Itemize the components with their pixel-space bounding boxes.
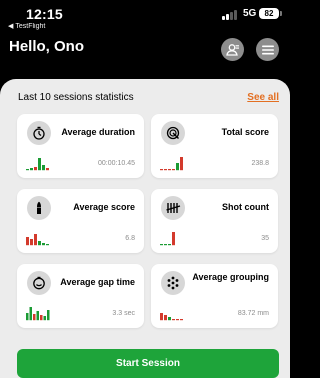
- stat-card-average-grouping[interactable]: Average grouping 83.72 mm: [151, 264, 278, 328]
- timer-icon: [27, 271, 51, 295]
- back-arrow-icon: ◀: [8, 23, 14, 30]
- tally-icon: [161, 196, 185, 220]
- stat-card-shot-count[interactable]: Shot count 35: [151, 189, 278, 253]
- menu-button[interactable]: [256, 38, 279, 61]
- statistics-sheet: Last 10 sessions statistics See all Aver…: [0, 79, 290, 378]
- grouping-dots-icon: [161, 271, 185, 295]
- stat-value: 35: [261, 235, 269, 242]
- status-time: 12:15: [26, 6, 63, 22]
- sparkline-chart: [26, 234, 49, 246]
- target-score-icon: [161, 121, 185, 145]
- stat-label: Average gap time: [60, 277, 135, 287]
- stat-label: Total score: [221, 127, 269, 137]
- stat-card-average-score[interactable]: Average score 6.8: [17, 189, 144, 253]
- profile-icon: [225, 43, 239, 56]
- status-bar: 12:15 ◀ TestFlight 5G 82: [0, 0, 290, 30]
- stat-value: 3.3 sec: [112, 310, 135, 317]
- stat-label: Shot count: [222, 202, 269, 212]
- stat-value: 00:00:10.45: [98, 160, 135, 167]
- network-type: 5G: [243, 8, 257, 19]
- see-all-link[interactable]: See all: [247, 92, 279, 103]
- stat-value: 238.8: [251, 160, 269, 167]
- start-session-button[interactable]: Start Session: [17, 349, 279, 378]
- sparkline-chart: [160, 232, 175, 246]
- greeting-title: Hello, Ono: [9, 38, 84, 55]
- stat-label: Average duration: [61, 127, 135, 137]
- back-to-app-link[interactable]: ◀ TestFlight: [8, 22, 46, 31]
- stopwatch-icon: [27, 121, 51, 145]
- stat-value: 6.8: [125, 235, 135, 242]
- battery-icon: 82: [259, 8, 282, 19]
- bullet-icon: [27, 196, 51, 220]
- signal-strength-icon: [222, 9, 240, 20]
- battery-level: 82: [264, 9, 274, 18]
- stat-card-average-duration[interactable]: Average duration 00:00:10.45: [17, 114, 144, 178]
- section-title: Last 10 sessions statistics: [18, 92, 134, 103]
- stat-card-total-score[interactable]: Total score 238.8: [151, 114, 278, 178]
- stat-value: 83.72 mm: [237, 310, 269, 317]
- sparkline-chart: [160, 157, 183, 171]
- app-screen: 12:15 ◀ TestFlight 5G 82 Hello, Ono Last…: [0, 0, 290, 378]
- stat-label: Average grouping: [192, 272, 269, 282]
- profile-button[interactable]: [221, 38, 244, 61]
- sparkline-chart: [26, 307, 50, 321]
- stat-card-average-gap-time[interactable]: Average gap time 3.3 sec: [17, 264, 144, 328]
- stat-label: Average score: [73, 202, 135, 212]
- back-app-label: TestFlight: [15, 22, 46, 30]
- sparkline-chart: [26, 158, 49, 171]
- sparkline-chart: [160, 313, 183, 321]
- hamburger-menu-icon: [261, 45, 274, 54]
